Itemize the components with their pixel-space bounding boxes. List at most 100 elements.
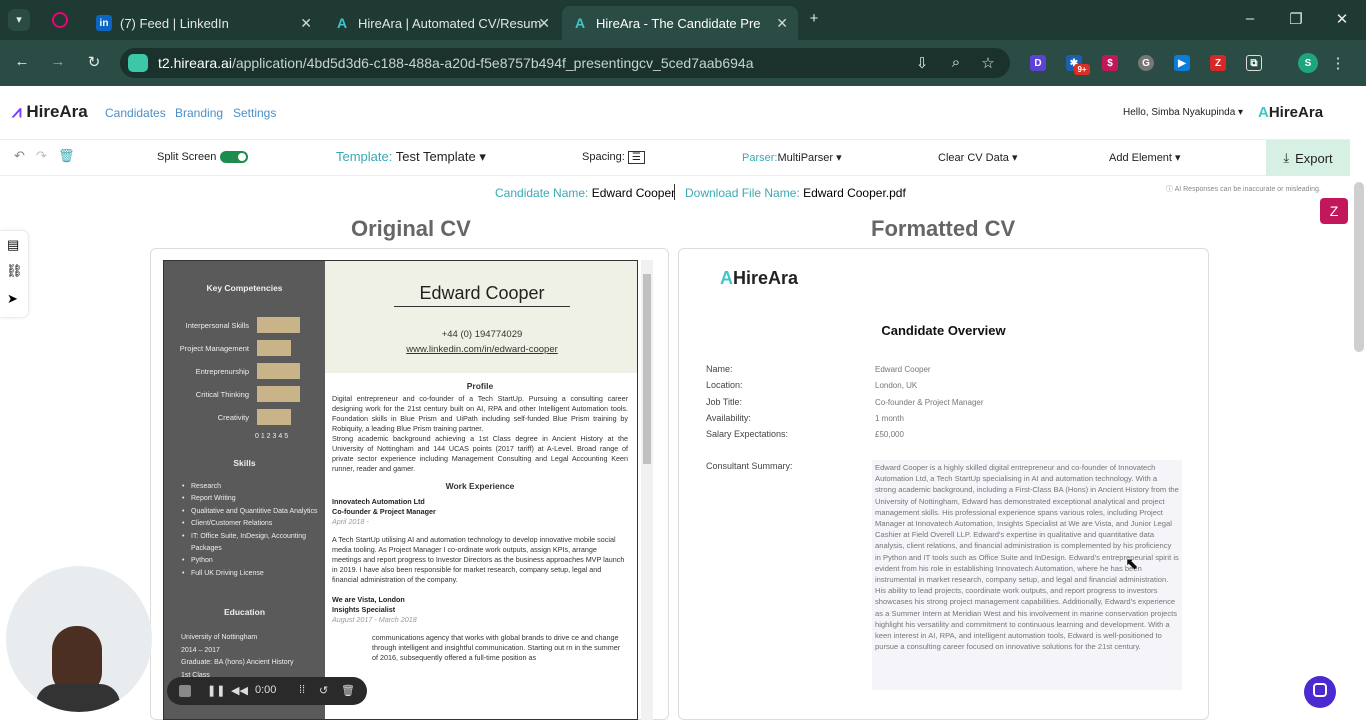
close-icon[interactable]: ✕ xyxy=(538,15,550,32)
url-host: t2.hireara.ai xyxy=(158,55,232,71)
field-value[interactable]: London, UK xyxy=(875,381,917,390)
restart-icon[interactable]: ↺ xyxy=(319,684,328,697)
nav-branding[interactable]: Branding xyxy=(175,106,223,120)
competency-bar xyxy=(257,386,300,402)
user-greeting[interactable]: Hello, Simba Nyakupinda ▾ xyxy=(1123,107,1243,118)
tab-hireara-candidate[interactable]: A HireAra - The Candidate Pre ✕ xyxy=(562,6,798,40)
field-value[interactable]: Edward Cooper xyxy=(875,365,931,374)
tab-search-icon[interactable]: ▾ xyxy=(8,9,30,31)
field-value[interactable]: 1 month xyxy=(875,414,904,423)
install-icon[interactable]: ⇩ xyxy=(914,54,930,72)
document-icon[interactable]: ▤ xyxy=(7,237,19,253)
send-icon[interactable]: ➤ xyxy=(7,291,18,307)
file-value[interactable]: Edward Cooper.pdf xyxy=(803,186,906,200)
webcam-bubble xyxy=(6,566,152,712)
competency-label: Entreprenurship xyxy=(195,367,249,376)
brand-logo-right: AHireAra xyxy=(1258,104,1323,121)
candidate-overview-title: Candidate Overview xyxy=(881,323,1006,338)
field-value[interactable]: Co-founder & Project Manager xyxy=(875,398,984,407)
cv-body: Profile Digital entrepreneur and co-foun… xyxy=(332,381,628,663)
delete-icon[interactable]: 🗑 xyxy=(341,684,355,697)
record-icon[interactable] xyxy=(52,12,68,28)
competency-label: Project Management xyxy=(179,344,249,353)
clear-cv-data-dropdown[interactable]: Clear CV Data ▾ xyxy=(938,151,1018,164)
export-button[interactable]: ⤓ Export xyxy=(1266,140,1350,176)
rewind-icon[interactable]: ◀◀ xyxy=(231,684,248,697)
bullet-icon: • xyxy=(182,483,185,490)
page-scrollbar[interactable] xyxy=(1354,182,1364,352)
cv-scrollbar[interactable] xyxy=(641,260,653,720)
consultant-summary[interactable]: Edward Cooper is a highly skilled digita… xyxy=(872,460,1182,690)
close-icon[interactable]: ✕ xyxy=(776,15,788,32)
tab-hireara-cv[interactable]: A HireAra | Automated CV/Resum ✕ xyxy=(324,6,560,40)
recording-time: 0:00 xyxy=(255,684,277,696)
forward-icon[interactable]: → xyxy=(48,53,68,70)
job1-company: Innovatech Automation Ltd xyxy=(332,497,425,506)
extension-s-icon[interactable]: $ xyxy=(1102,55,1118,71)
spacing-icon[interactable]: ☰ xyxy=(627,151,645,164)
link-icon[interactable]: ⛓ xyxy=(6,263,23,279)
skill-item: • Full UK Driving License xyxy=(182,568,322,580)
extension-z-icon[interactable]: Z xyxy=(1210,55,1226,71)
competency-bar xyxy=(257,409,292,425)
tab-linkedin[interactable]: in (7) Feed | LinkedIn ✕ xyxy=(86,6,322,40)
extension-d-icon[interactable]: D xyxy=(1030,55,1046,71)
url-path: /application/4bd5d3d6-c188-488a-a20d-f5e… xyxy=(231,55,754,71)
mouse-cursor-icon: ⬉ xyxy=(1125,556,1139,573)
side-toolbar: ▤ ⛓ ➤ xyxy=(0,231,28,317)
maximize-icon[interactable]: ❐ xyxy=(1286,10,1306,28)
parser-select[interactable]: Parser:MultiParser ▾ xyxy=(742,151,842,164)
info-icon: ⓘ xyxy=(1166,186,1173,193)
cv-name: Edward Cooper xyxy=(394,283,570,307)
nav-candidates[interactable]: Candidates xyxy=(105,106,166,120)
undo-icon[interactable]: ↶ xyxy=(14,148,25,164)
hireara-icon: A xyxy=(336,15,348,31)
spacing-control[interactable]: Spacing: ☰ xyxy=(582,151,645,164)
site-info-icon[interactable] xyxy=(128,54,148,72)
stop-icon[interactable] xyxy=(179,685,191,697)
education-school: University of Nottingham xyxy=(181,634,258,641)
brand-logo[interactable]: ⩘ HireAra xyxy=(12,102,88,122)
close-icon[interactable]: ✕ xyxy=(300,15,312,32)
cv-header: Edward Cooper +44 (0) 194774029 www.link… xyxy=(325,261,637,373)
z-floating-icon[interactable]: Z xyxy=(1320,198,1348,224)
reload-icon[interactable]: ↻ xyxy=(84,53,104,71)
presenter-shirt xyxy=(36,684,120,712)
ai-disclaimer: ⓘ AI Responses can be inaccurate or misl… xyxy=(1166,184,1321,194)
profile-avatar[interactable]: S xyxy=(1298,53,1318,73)
pause-icon[interactable]: ❚❚ xyxy=(207,684,225,697)
formatted-cv-heading: Formatted CV xyxy=(871,216,1016,241)
trash-icon[interactable]: 🗑 xyxy=(58,148,75,164)
tab-label: HireAra - The Candidate Pre xyxy=(596,15,761,31)
extension-grammarly-icon[interactable]: G xyxy=(1138,55,1154,71)
extensions-icon[interactable]: ⧉ xyxy=(1246,55,1262,71)
badge-count: 9+ xyxy=(1074,64,1090,75)
bookmark-star-icon[interactable]: ☆ xyxy=(980,54,996,72)
new-tab-icon[interactable]: + xyxy=(804,10,824,27)
extension-flag-icon[interactable]: ▶ xyxy=(1174,55,1190,71)
field-value[interactable]: £50,000 xyxy=(875,430,904,439)
nav-settings[interactable]: Settings xyxy=(233,106,276,120)
back-icon[interactable]: ← xyxy=(12,53,32,70)
split-screen[interactable]: Split Screen xyxy=(157,151,249,164)
grid-icon[interactable]: ⁞⁞ xyxy=(299,684,305,696)
split-screen-toggle[interactable] xyxy=(220,151,249,164)
redo-icon[interactable]: ↷ xyxy=(36,148,47,164)
job1-date: April 2018 - xyxy=(332,517,369,526)
candidate-name-value[interactable]: Edward Cooper xyxy=(592,186,675,200)
url-field[interactable]: t2.hireara.ai/application/4bd5d3d6-c188-… xyxy=(120,48,1010,78)
minimize-icon[interactable]: – xyxy=(1240,10,1260,27)
scroll-thumb[interactable] xyxy=(643,274,651,464)
add-element-dropdown[interactable]: Add Element ▾ xyxy=(1109,151,1181,164)
competencies-title: Key Competencies xyxy=(206,283,283,293)
job2-desc: communications agency that works with gl… xyxy=(372,633,621,662)
zoom-icon[interactable]: ⌕ xyxy=(948,54,964,71)
close-window-icon[interactable]: ✕ xyxy=(1332,10,1352,28)
competency-label: Critical Thinking xyxy=(195,390,249,399)
hireara-icon: A xyxy=(1258,104,1269,121)
chat-button[interactable] xyxy=(1304,676,1336,708)
menu-dots-icon[interactable]: ⋮ xyxy=(1330,54,1346,72)
template-select[interactable]: Template: Test Template ▾ xyxy=(336,149,486,165)
parser-label: Parser: xyxy=(742,152,778,164)
job2-role: Insights Specialist xyxy=(332,605,396,614)
